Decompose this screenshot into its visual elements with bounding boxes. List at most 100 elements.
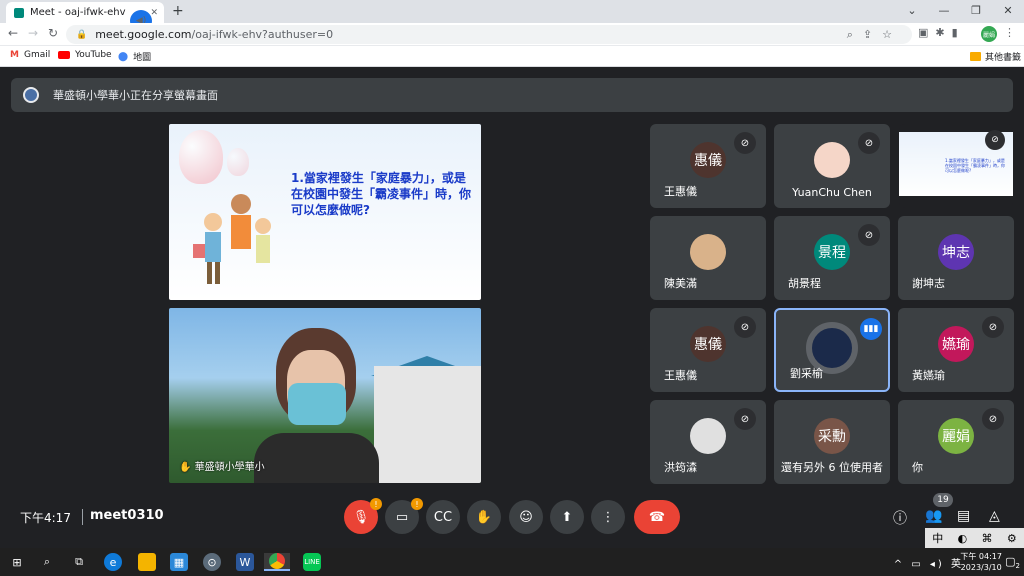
taskbar: ⊞ ⌕ ⧉ e ▦ ⊙ W LINE ^ ▭ ◂) 英 下午 04:17 202… bbox=[0, 548, 1024, 576]
balloon-image bbox=[179, 130, 223, 184]
taskbar-clock[interactable]: 下午 04:17 2023/3/10 bbox=[960, 551, 1002, 573]
participant-tile[interactable]: 嬿瑜 黃嬿瑜 ⊘ bbox=[898, 308, 1014, 392]
mic-off-icon: ⊘ bbox=[734, 132, 756, 154]
banner-text: 華盛頓小學華小正在分享螢幕畫面 bbox=[53, 89, 218, 102]
activities-button[interactable]: ◬ bbox=[989, 508, 1000, 524]
people-button[interactable]: 👥 bbox=[925, 508, 942, 524]
profile-avatar[interactable]: 麗娟 bbox=[981, 26, 997, 42]
app-icon[interactable]: ⊙ bbox=[203, 553, 221, 571]
leave-call-button[interactable]: ☎ bbox=[634, 500, 680, 534]
notification-icon[interactable]: ▢2 bbox=[1005, 555, 1020, 570]
tab-search-icon[interactable]: ⌄ bbox=[896, 0, 928, 23]
participant-tile[interactable]: 洪筠潹 ⊘ bbox=[650, 400, 766, 484]
avatar: 嬿瑜 bbox=[938, 326, 974, 362]
participant-tile[interactable]: 坤志 謝坤志 bbox=[898, 216, 1014, 300]
omnibox-actions[interactable]: ⌕⇪☆ bbox=[847, 28, 902, 42]
edge-icon[interactable]: e bbox=[104, 553, 122, 571]
task-view-icon[interactable]: ⧉ bbox=[70, 553, 88, 571]
extensions-icons[interactable]: ▣✱▮ bbox=[918, 26, 965, 39]
search-icon[interactable]: ⌕ bbox=[38, 553, 56, 571]
ime-settings-icon[interactable]: ⚙ bbox=[1007, 532, 1017, 545]
warning-icon: ! bbox=[370, 498, 382, 510]
mic-off-icon: ⊘ bbox=[858, 224, 880, 246]
participant-tile[interactable]: 惠儀 王惠儀 ⊘ bbox=[650, 124, 766, 208]
participant-name: 黃嬿瑜 bbox=[912, 369, 945, 382]
gmail-icon: M bbox=[10, 50, 19, 60]
participant-tile[interactable]: 惠儀 王惠儀 ⊘ bbox=[650, 308, 766, 392]
avatar bbox=[690, 418, 726, 454]
maximize-button[interactable]: ❐ bbox=[960, 0, 992, 23]
mic-off-icon: ⊘ bbox=[982, 408, 1004, 430]
slide-question: 1.當家裡發生「家庭暴力」，或是在校園中發生「霸凌事件」時，你可以怎麼做呢? bbox=[291, 171, 472, 217]
url-input[interactable]: 🔒 meet.google.com/oaj-ifwk-ehv?authuser=… bbox=[66, 25, 912, 44]
windows-start-icon[interactable]: ⊞ bbox=[8, 553, 26, 571]
system-tray[interactable]: ^ ▭ ◂) 英 bbox=[894, 555, 964, 570]
mic-off-icon: ⊘ bbox=[858, 132, 880, 154]
bookmark-youtube[interactable]: YouTube bbox=[58, 50, 112, 60]
window-controls: ⌄ — ❐ ✕ bbox=[896, 0, 1024, 23]
new-tab-button[interactable]: + bbox=[172, 3, 184, 19]
participant-name: 王惠儀 bbox=[664, 369, 697, 382]
reload-button[interactable]: ↻ bbox=[48, 26, 58, 40]
word-icon[interactable]: W bbox=[236, 553, 254, 571]
avatar bbox=[814, 142, 850, 178]
presenter-name: ✋ 華盛頓小學華小 bbox=[179, 462, 265, 473]
youtube-icon bbox=[58, 51, 70, 59]
presentation-thumbnail[interactable]: 1.當家裡發生「家庭暴力」，或是在校園中發生「霸凌事件」時，你可以怎麼做呢? ⊘ bbox=[899, 124, 1013, 208]
chrome-icon[interactable] bbox=[264, 553, 290, 571]
chat-button[interactable]: ▤ bbox=[957, 508, 970, 524]
presenting-banner: 華盛頓小學華小正在分享螢幕畫面 bbox=[11, 78, 1013, 112]
participant-name: 陳美滿 bbox=[664, 277, 697, 290]
shared-screen[interactable]: 1.當家裡發生「家庭暴力」，或是在校園中發生「霸凌事件」時，你可以怎麼做呢? bbox=[169, 124, 481, 300]
participant-tile[interactable]: 劉采榆 ▮▮▮ bbox=[774, 308, 890, 392]
participant-name: YuanChu Chen bbox=[792, 186, 872, 199]
bookmark-gmail[interactable]: M Gmail bbox=[10, 50, 50, 60]
avatar: 惠儀 bbox=[690, 142, 726, 178]
browser-menu-icon[interactable]: ⋮ bbox=[1004, 26, 1015, 39]
ime-punct-icon[interactable]: ⌘ bbox=[982, 532, 993, 545]
meeting-time: 下午4:17 bbox=[20, 511, 71, 525]
participant-tile[interactable]: 景程 胡景程 ⊘ bbox=[774, 216, 890, 300]
presenter-person bbox=[254, 328, 379, 483]
close-window-button[interactable]: ✕ bbox=[992, 0, 1024, 23]
minimize-button[interactable]: — bbox=[928, 0, 960, 23]
participant-name: 謝坤志 bbox=[912, 277, 945, 290]
file-explorer-icon[interactable] bbox=[138, 553, 156, 571]
present-button[interactable]: ⬆ bbox=[550, 500, 584, 534]
captions-button[interactable]: CC bbox=[426, 500, 460, 534]
participant-tile[interactable]: 采勳 還有另外 6 位使用者 bbox=[774, 400, 890, 484]
close-tab-icon[interactable]: ✕ bbox=[150, 8, 158, 18]
participant-tile[interactable]: 麗娟你 ⊘ bbox=[898, 400, 1014, 484]
back-button[interactable]: ← bbox=[8, 26, 18, 40]
line-icon[interactable]: LINE bbox=[303, 553, 321, 571]
meeting-info-button[interactable]: ⓘ bbox=[893, 508, 907, 528]
forward-button[interactable]: → bbox=[28, 26, 38, 40]
participant-tile[interactable]: 陳美滿 bbox=[650, 216, 766, 300]
participant-name: 洪筠潹 bbox=[664, 461, 697, 474]
participant-name: 劉采榆 bbox=[790, 367, 823, 380]
presenter-video[interactable]: ✋ 華盛頓小學華小 bbox=[169, 308, 481, 483]
speaking-indicator-icon: ▮▮▮ bbox=[860, 318, 882, 340]
store-icon[interactable]: ▦ bbox=[170, 553, 188, 571]
meeting-controls: 下午4:17 meet0310 🎙! ▭! CC ✋ ☺ ⬆ ⋮ ☎ ⓘ 19 … bbox=[0, 493, 1024, 544]
ime-width-icon[interactable]: ◐ bbox=[958, 532, 968, 545]
url-host: meet.google.com bbox=[95, 28, 192, 41]
participant-tile[interactable]: YuanChu Chen ⊘ bbox=[774, 124, 890, 208]
bookmark-maps[interactable]: ⬤ 地圖 bbox=[118, 50, 151, 64]
folder-icon bbox=[970, 52, 981, 61]
divider bbox=[82, 509, 83, 525]
mic-toggle-button[interactable]: 🎙! bbox=[344, 498, 382, 534]
ime-language[interactable]: 中 bbox=[932, 530, 943, 546]
ime-toolbar[interactable]: 中 ◐ ⌘ ⚙ bbox=[925, 528, 1024, 548]
camera-toggle-button[interactable]: ▭! bbox=[385, 498, 423, 534]
mic-off-icon: ⊘ bbox=[734, 408, 756, 430]
more-options-button[interactable]: ⋮ bbox=[591, 500, 625, 534]
warning-icon: ! bbox=[411, 498, 423, 510]
lock-icon[interactable]: 🔒 bbox=[76, 30, 87, 40]
mic-off-icon: ⊘ bbox=[734, 316, 756, 338]
url-path: /oaj-ifwk-ehv?authuser=0 bbox=[191, 28, 334, 41]
raise-hand-button[interactable]: ✋ bbox=[467, 500, 501, 534]
other-bookmarks[interactable]: 其他書籤 bbox=[970, 50, 1021, 63]
tab-meet[interactable]: Meet - oaj-ifwk-ehv ◀) ✕ bbox=[6, 2, 164, 32]
reactions-button[interactable]: ☺ bbox=[509, 500, 543, 534]
